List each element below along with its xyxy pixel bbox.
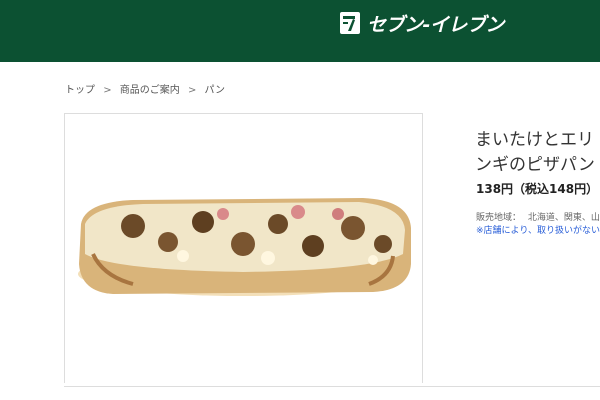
site-logo[interactable]: セブン-イレブン bbox=[339, 10, 504, 36]
sales-area-value: 北海道、関東、山 bbox=[527, 213, 600, 223]
breadcrumb-top[interactable]: トップ bbox=[65, 85, 95, 96]
divider bbox=[64, 386, 600, 387]
pizza-bread-product-photo-icon bbox=[78, 198, 411, 296]
sales-area-label: 販売地域： bbox=[476, 213, 522, 223]
seven-eleven-logo-icon bbox=[340, 12, 360, 34]
availability-note[interactable]: ※店舗により、取り扱いがない場合があります。 bbox=[476, 223, 600, 236]
sales-area: 販売地域： 北海道、関東、山 bbox=[476, 210, 600, 223]
product-title: まいたけとエリンギのピザパン bbox=[475, 130, 595, 175]
site-header: セブン-イレブン bbox=[0, 0, 600, 62]
breadcrumb-separator: > bbox=[103, 85, 112, 96]
breadcrumb-separator: > bbox=[187, 85, 197, 96]
brand-name: セブン-イレブン bbox=[367, 13, 504, 36]
breadcrumb-bread[interactable]: パン bbox=[205, 85, 226, 96]
breadcrumb: トップ > 商品のご案内 > パン bbox=[65, 81, 225, 96]
breadcrumb-products[interactable]: 商品のご案内 bbox=[120, 85, 180, 96]
product-price: 138円（税込148円） bbox=[476, 182, 599, 196]
product-image-frame bbox=[64, 113, 423, 383]
